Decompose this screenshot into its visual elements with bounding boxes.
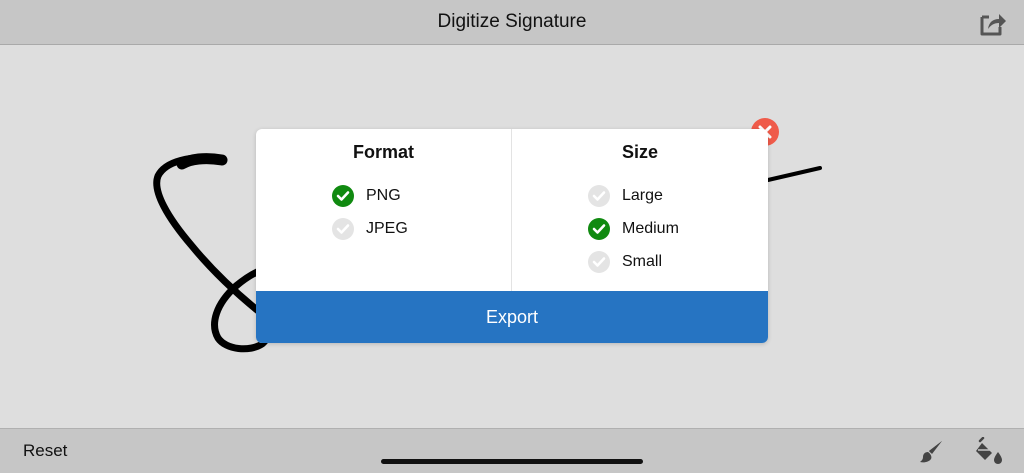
size-option-small[interactable]: Small — [588, 250, 662, 274]
page-title: Digitize Signature — [437, 11, 587, 32]
checkmark-icon — [588, 251, 610, 273]
format-option-jpeg[interactable]: JPEG — [332, 217, 408, 241]
size-title: Size — [621, 142, 659, 162]
bottom-toolbar: Reset — [0, 428, 1024, 473]
checkmark-icon — [588, 218, 610, 240]
export-dialog: Format PNG JPEG Size Large Medium Small … — [256, 129, 768, 343]
size-option-label: Medium — [622, 220, 679, 237]
checkmark-icon — [332, 185, 354, 207]
format-column: Format PNG JPEG — [256, 129, 512, 291]
format-title: Format — [352, 142, 414, 162]
share-icon[interactable] — [978, 9, 1008, 37]
checkmark-icon — [588, 185, 610, 207]
size-column: Size Large Medium Small — [512, 129, 768, 291]
top-bar: Digitize Signature — [0, 0, 1024, 45]
reset-button[interactable]: Reset — [23, 441, 67, 461]
checkmark-icon — [332, 218, 354, 240]
size-option-label: Small — [622, 253, 663, 270]
format-option-label: JPEG — [366, 220, 408, 237]
paint-bucket-icon[interactable] — [974, 436, 1004, 465]
brush-icon[interactable] — [918, 439, 944, 465]
format-option-png[interactable]: PNG — [332, 184, 401, 208]
size-option-medium[interactable]: Medium — [588, 217, 679, 241]
home-indicator — [381, 459, 643, 464]
export-button[interactable]: Export — [256, 291, 768, 343]
size-option-label: Large — [622, 187, 663, 204]
size-option-large[interactable]: Large — [588, 184, 663, 208]
format-option-label: PNG — [366, 187, 401, 204]
